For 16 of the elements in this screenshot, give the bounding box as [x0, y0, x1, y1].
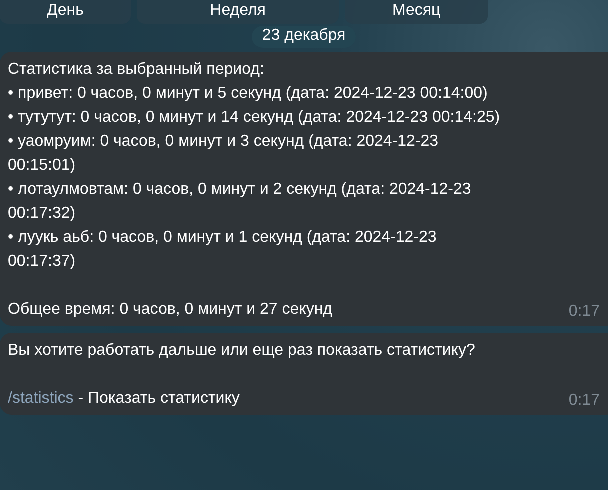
message-time: 0:17	[568, 302, 600, 322]
keyboard-button[interactable]: Неделя	[136, 0, 340, 24]
date-badge: 23 декабря	[252, 26, 356, 48]
message-text: Вы хотите работать дальше или еще раз показать статистику?	[8, 341, 476, 361]
command-link[interactable]: /statistics	[8, 390, 74, 407]
statistics-item: • привет: 0 часов, 0 минут и 5 секунд (дата: 2024-12-23 00:14:00)	[8, 84, 489, 104]
statistics-item: • луукь аьб: 0 часов, 0 минут и 1 секунд (дата: 2024-12-23 00:17:37)	[8, 228, 438, 272]
statistics-item: • уаомруим: 0 часов, 0 минут и 3 секунд (дата: 2024-12-23 00:15:01)	[8, 132, 440, 176]
total-time: Общее время: 0 часов, 0 минут и 27 секунд	[8, 300, 334, 320]
statistics-item: • лотаулмовтам: 0 часов, 0 минут и 2 секунд (дата: 2024-12-23 00:17:32)	[8, 180, 472, 224]
message-heading: Статистика за выбранный период:	[8, 60, 266, 80]
keyboard-button[interactable]: Месяц	[345, 0, 488, 24]
command-description: - Показать статистику	[77, 390, 240, 407]
message-time: 0:17	[568, 391, 600, 411]
statistics-item: • тутутут: 0 часов, 0 минут и 14 секунд (дата: 2024-12-23 00:14:25)	[8, 108, 502, 128]
keyboard-button[interactable]: День	[0, 0, 131, 24]
